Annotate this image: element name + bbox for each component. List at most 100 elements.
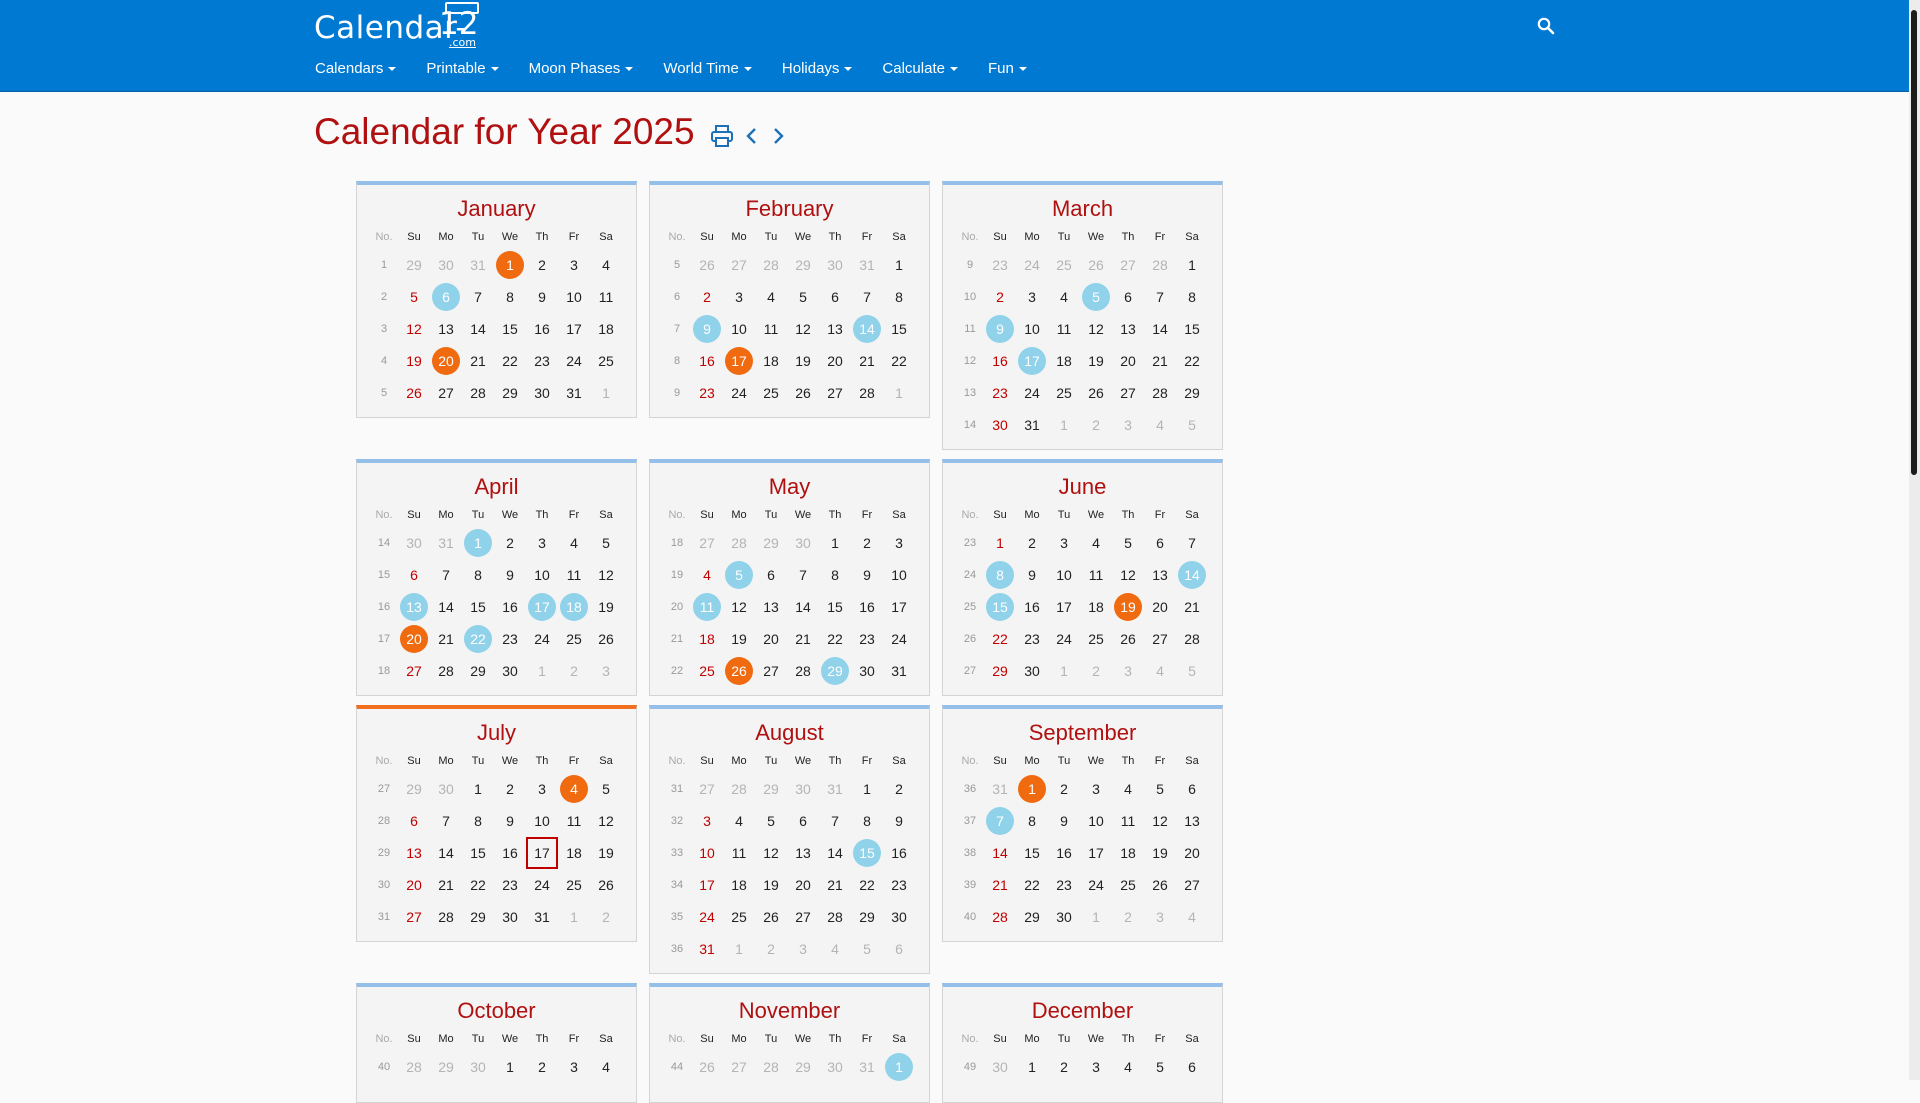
- day-cell[interactable]: 6: [819, 281, 851, 313]
- day-cell[interactable]: 5: [1112, 527, 1144, 559]
- day-cell[interactable]: 27: [819, 377, 851, 409]
- day-cell[interactable]: 18: [590, 313, 622, 345]
- scrollbar[interactable]: [1909, 0, 1920, 1080]
- day-cell[interactable]: 24: [526, 623, 558, 655]
- holiday-day[interactable]: 17: [723, 345, 755, 377]
- day-cell[interactable]: 2: [691, 281, 723, 313]
- day-cell[interactable]: 2: [1048, 1051, 1080, 1083]
- day-cell[interactable]: 17: [1048, 591, 1080, 623]
- day-cell[interactable]: 13: [398, 837, 430, 869]
- day-cell[interactable]: 24: [691, 901, 723, 933]
- observance-day[interactable]: 9: [984, 313, 1016, 345]
- day-cell[interactable]: 21: [787, 623, 819, 655]
- day-cell[interactable]: 1: [819, 527, 851, 559]
- day-cell[interactable]: 27: [398, 901, 430, 933]
- day-cell[interactable]: 21: [819, 869, 851, 901]
- day-cell[interactable]: 8: [462, 559, 494, 591]
- day-cell[interactable]: 23: [883, 869, 915, 901]
- day-cell[interactable]: 2: [883, 773, 915, 805]
- day-cell[interactable]: 18: [723, 869, 755, 901]
- day-cell[interactable]: 21: [430, 623, 462, 655]
- month-title[interactable]: October: [357, 998, 636, 1024]
- day-cell[interactable]: 2: [526, 1051, 558, 1083]
- observance-day[interactable]: 5: [1080, 281, 1112, 313]
- day-cell[interactable]: 11: [590, 281, 622, 313]
- day-cell[interactable]: 15: [1016, 837, 1048, 869]
- observance-day[interactable]: 15: [851, 837, 883, 869]
- observance-day[interactable]: 14: [1176, 559, 1208, 591]
- day-cell[interactable]: 12: [1080, 313, 1112, 345]
- nav-calculate[interactable]: Calculate: [882, 60, 958, 82]
- day-cell[interactable]: 11: [1112, 805, 1144, 837]
- day-cell[interactable]: 16: [526, 313, 558, 345]
- day-cell[interactable]: 18: [691, 623, 723, 655]
- nav-printable[interactable]: Printable: [426, 60, 499, 82]
- day-cell[interactable]: 29: [462, 655, 494, 687]
- day-cell[interactable]: 19: [398, 345, 430, 377]
- day-cell[interactable]: 9: [1048, 805, 1080, 837]
- month-title[interactable]: January: [357, 196, 636, 222]
- day-cell[interactable]: 3: [558, 249, 590, 281]
- day-cell[interactable]: 1: [984, 527, 1016, 559]
- day-cell[interactable]: 28: [430, 655, 462, 687]
- day-cell[interactable]: 21: [984, 869, 1016, 901]
- day-cell[interactable]: 18: [558, 837, 590, 869]
- day-cell[interactable]: 29: [984, 655, 1016, 687]
- observance-day[interactable]: 14: [851, 313, 883, 345]
- observance-day[interactable]: 17: [1016, 345, 1048, 377]
- observance-day[interactable]: 11: [691, 591, 723, 623]
- day-cell[interactable]: 11: [723, 837, 755, 869]
- day-cell[interactable]: 3: [1016, 281, 1048, 313]
- day-cell[interactable]: 6: [787, 805, 819, 837]
- day-cell[interactable]: 22: [984, 623, 1016, 655]
- day-cell[interactable]: 28: [1176, 623, 1208, 655]
- day-cell[interactable]: 7: [1176, 527, 1208, 559]
- day-cell[interactable]: 17: [1080, 837, 1112, 869]
- holiday-day[interactable]: 20: [430, 345, 462, 377]
- day-cell[interactable]: 31: [691, 933, 723, 965]
- day-cell[interactable]: 8: [494, 281, 526, 313]
- observance-day[interactable]: 6: [430, 281, 462, 313]
- day-cell[interactable]: 10: [526, 559, 558, 591]
- day-cell[interactable]: 5: [398, 281, 430, 313]
- day-cell[interactable]: 16: [691, 345, 723, 377]
- day-cell[interactable]: 14: [1144, 313, 1176, 345]
- day-cell[interactable]: 28: [462, 377, 494, 409]
- search-icon[interactable]: [1536, 16, 1556, 36]
- month-title[interactable]: May: [650, 474, 929, 500]
- day-cell[interactable]: 21: [462, 345, 494, 377]
- day-cell[interactable]: 8: [851, 805, 883, 837]
- day-cell[interactable]: 9: [526, 281, 558, 313]
- day-cell[interactable]: 5: [787, 281, 819, 313]
- day-cell[interactable]: 9: [494, 805, 526, 837]
- day-cell[interactable]: 6: [1176, 773, 1208, 805]
- day-cell[interactable]: 12: [590, 559, 622, 591]
- day-cell[interactable]: 29: [1016, 901, 1048, 933]
- day-cell[interactable]: 28: [787, 655, 819, 687]
- day-cell[interactable]: 4: [558, 527, 590, 559]
- day-cell[interactable]: 19: [590, 837, 622, 869]
- day-cell[interactable]: 1: [494, 1051, 526, 1083]
- next-year-icon[interactable]: [766, 124, 790, 148]
- nav-world-time[interactable]: World Time: [663, 60, 752, 82]
- day-cell[interactable]: 25: [590, 345, 622, 377]
- month-title[interactable]: March: [943, 196, 1222, 222]
- day-cell[interactable]: 12: [590, 805, 622, 837]
- day-cell[interactable]: 14: [430, 591, 462, 623]
- day-cell[interactable]: 9: [1016, 559, 1048, 591]
- day-cell[interactable]: 26: [1080, 377, 1112, 409]
- observance-day[interactable]: 29: [819, 655, 851, 687]
- day-cell[interactable]: 15: [1176, 313, 1208, 345]
- holiday-day[interactable]: 4: [558, 773, 590, 805]
- month-title[interactable]: February: [650, 196, 929, 222]
- day-cell[interactable]: 12: [398, 313, 430, 345]
- day-cell[interactable]: 21: [851, 345, 883, 377]
- day-cell[interactable]: 10: [883, 559, 915, 591]
- day-cell[interactable]: 3: [1080, 1051, 1112, 1083]
- day-cell[interactable]: 23: [1016, 623, 1048, 655]
- day-cell[interactable]: 1: [1176, 249, 1208, 281]
- day-cell[interactable]: 1: [1016, 1051, 1048, 1083]
- day-cell[interactable]: 31: [1016, 409, 1048, 441]
- day-cell[interactable]: 5: [590, 527, 622, 559]
- day-cell[interactable]: 11: [558, 559, 590, 591]
